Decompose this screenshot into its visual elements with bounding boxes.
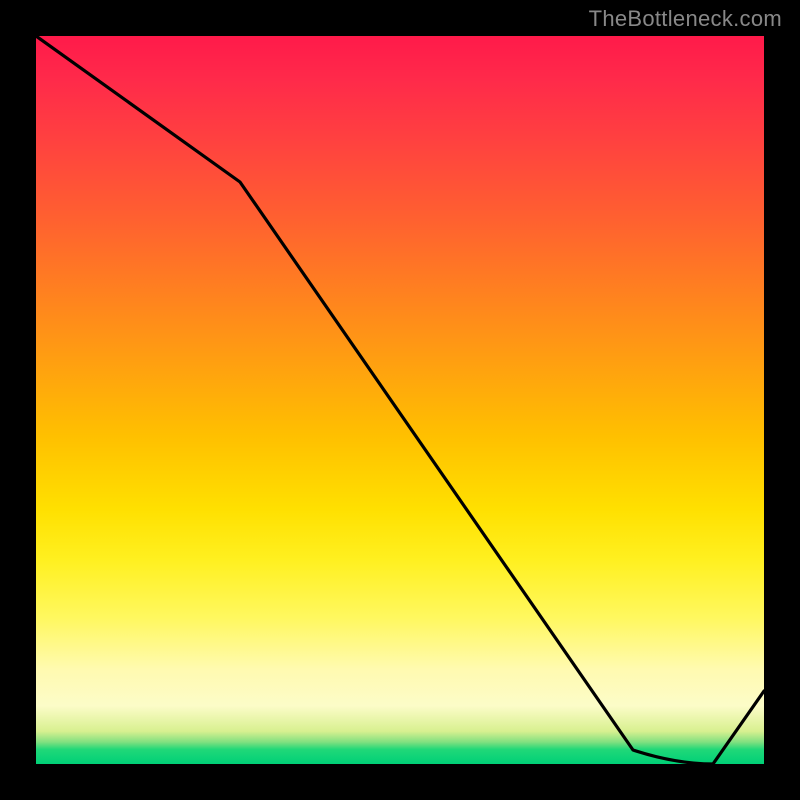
chart-gradient-background xyxy=(36,36,764,764)
attribution-label: TheBottleneck.com xyxy=(589,6,782,32)
